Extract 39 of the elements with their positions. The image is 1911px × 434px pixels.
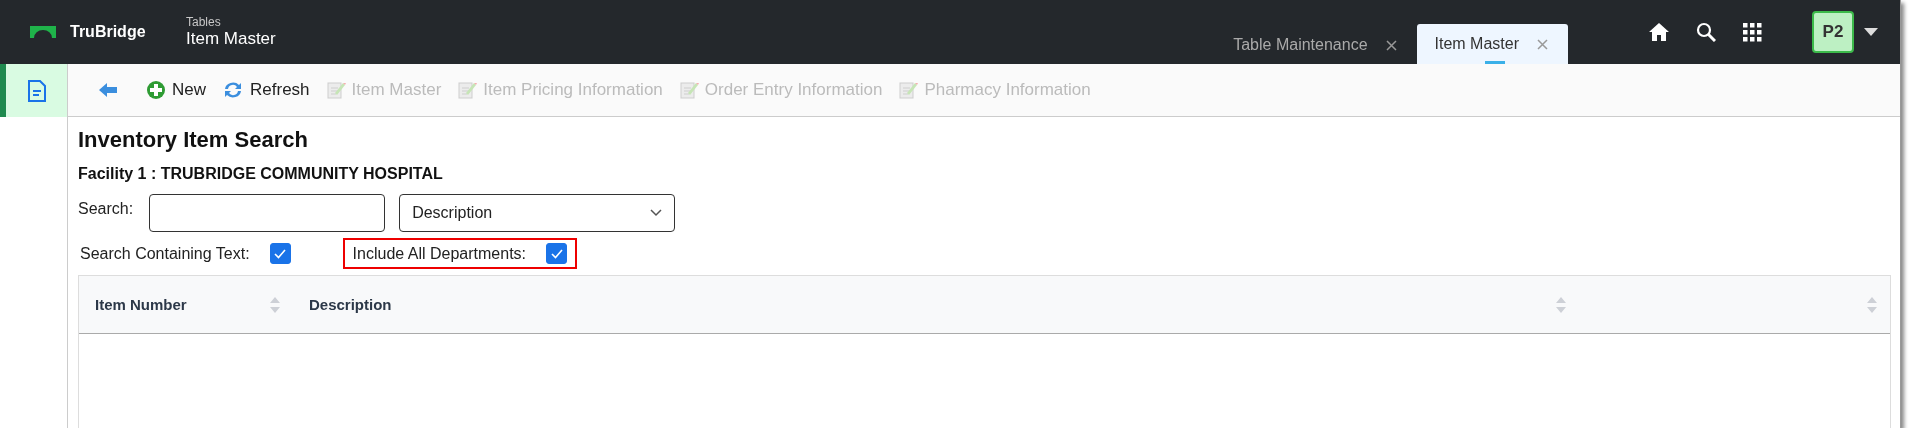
page-title: Item Master [186,29,276,49]
document-icon [27,79,46,102]
facility-name: Facility 1 : TRUBRIDGE COMMUNITY HOSPITAL [78,165,444,183]
user-avatar[interactable]: P2 [1812,11,1854,53]
search-field[interactable] [149,194,386,232]
tab[interactable]: Table Maintenance [1213,26,1417,64]
notepad-icon [325,80,346,100]
refresh-icon [222,80,244,100]
close-icon[interactable] [1537,38,1548,50]
apps-grid-icon[interactable] [1742,22,1762,42]
sidebar-item[interactable] [0,64,67,117]
plus-icon [146,80,166,100]
tab[interactable]: Item Master [1416,24,1568,64]
check-icon [550,248,563,259]
section-title: Inventory Item Search [78,127,309,153]
toolbar-button[interactable]: Refresh [222,80,310,100]
back-button[interactable] [98,82,118,98]
close-icon[interactable] [1385,39,1397,51]
check-icon [274,248,287,259]
search-type-select[interactable]: Description [399,194,676,232]
search-icon[interactable] [1696,22,1716,42]
option-label: Search Containing Text: [80,244,250,263]
checkbox[interactable] [269,243,291,264]
chevron-down-icon [650,209,663,217]
brand-name: TruBridge [70,23,146,41]
logo-icon [30,26,56,38]
notepad-icon [678,80,699,100]
column-header[interactable]: Item Number [79,295,293,314]
option-label: Include All Departments: [352,244,526,263]
toolbar-button[interactable]: New [146,80,206,100]
home-icon[interactable] [1648,22,1670,42]
module-label: Tables [186,15,222,29]
notepad-icon [457,80,478,100]
back-arrow-icon [98,82,118,98]
notepad-icon [898,80,919,100]
search-label: Search: [78,199,134,218]
column-header[interactable]: Description [293,295,1579,314]
caret-icon[interactable] [1864,28,1878,36]
checkbox[interactable] [546,243,567,264]
